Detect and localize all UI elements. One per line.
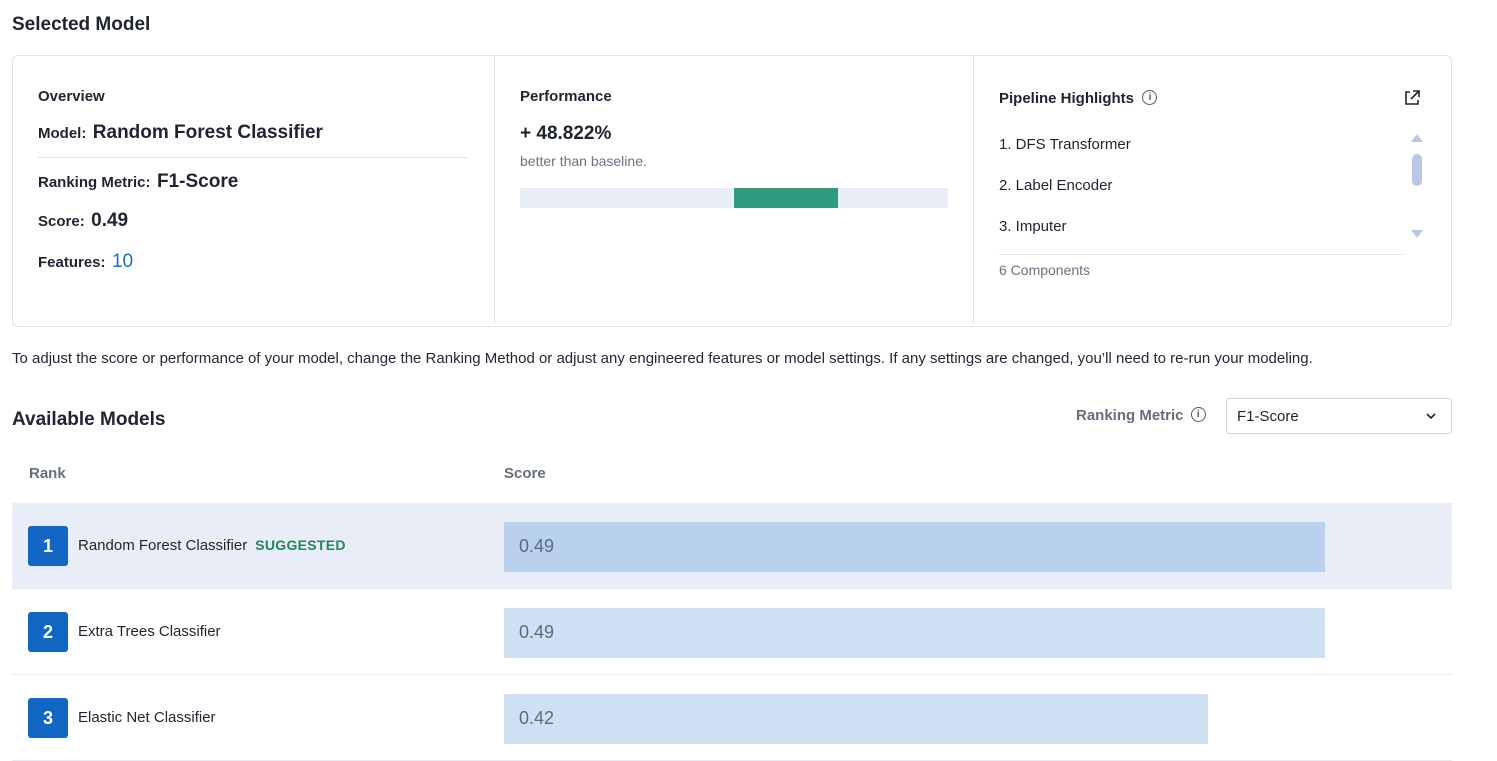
pipeline-components-count: 6 Components [999,262,1091,278]
score-value: 0.42 [519,708,555,728]
score-value: 0.49 [91,210,129,231]
ranking-metric-select-value: F1-Score [1237,408,1299,425]
scroll-thumb[interactable] [1412,154,1422,186]
performance-bar-fill [734,188,838,208]
model-label: Model: [38,125,87,142]
features-field: Features: 10 [38,251,133,273]
suggested-badge: SUGGESTED [255,537,346,553]
score-bar: 0.49 [504,522,1325,572]
performance-panel: Performance + 48.822% better than baseli… [494,56,974,324]
table-row[interactable]: 2 Extra Trees Classifier 0.49 [12,589,1452,675]
pipeline-item: 3. Imputer [999,218,1067,235]
model-field: Model: Random Forest Classifier [38,122,323,144]
table-row[interactable]: 1 Random Forest Classifier SUGGESTED 0.49 [12,503,1452,589]
score-label: Score: [38,213,85,230]
model-name: Random Forest Classifier [78,537,248,554]
overview-divider [38,157,468,158]
model-name-cell: Elastic Net Classifier [78,709,216,726]
score-bar: 0.49 [504,608,1325,658]
ranking-metric-filter-text: Ranking Metric [1076,407,1184,424]
features-label: Features: [38,254,106,271]
selected-model-card: Overview Model: Random Forest Classifier… [12,55,1452,327]
model-name: Extra Trees Classifier [78,623,221,640]
ranking-metric-label: Ranking Metric: [38,174,151,191]
pipeline-item: 1. DFS Transformer [999,136,1131,153]
features-link[interactable]: 10 [112,251,133,272]
ranking-metric-select[interactable]: F1-Score [1226,398,1452,434]
score-value: 0.49 [519,622,555,642]
performance-bar [520,188,948,208]
ranking-metric-value: F1-Score [156,171,239,192]
ranking-metric-field: Ranking Metric: F1-Score [38,171,238,193]
info-icon[interactable]: i [1142,89,1158,105]
overview-heading: Overview [38,88,105,105]
rank-badge: 2 [28,612,68,652]
performance-caption: better than baseline. [520,153,647,169]
pipeline-heading: Pipeline Highlights [999,90,1135,107]
scroll-up-icon[interactable] [1410,132,1424,144]
scroll-down-icon[interactable] [1410,228,1424,240]
model-name-cell: Random Forest Classifier SUGGESTED [78,537,346,554]
model-name: Elastic Net Classifier [78,709,216,726]
rank-badge: 3 [28,698,68,738]
table-row[interactable]: 3 Elastic Net Classifier 0.42 [12,675,1452,761]
ranking-metric-filter-label: Ranking Metric i [1076,407,1206,424]
pipeline-divider [999,254,1404,255]
rank-column-header[interactable]: Rank [29,465,66,482]
rank-badge: 1 [28,526,68,566]
pipeline-item: 2. Label Encoder [999,177,1113,194]
score-bar: 0.42 [504,694,1208,744]
performance-value: + 48.822% [520,123,612,144]
performance-heading: Performance [520,88,612,105]
overview-panel: Overview Model: Random Forest Classifier… [13,56,494,324]
score-value: 0.49 [519,536,555,556]
chevron-down-icon [1426,413,1436,420]
adjust-note: To adjust the score or performance of yo… [12,350,1313,367]
pipeline-heading-row: Pipeline Highlights i [999,89,1158,108]
info-icon[interactable]: i [1190,407,1206,423]
model-value: Random Forest Classifier [92,122,323,143]
pipeline-scrollbar[interactable] [1410,132,1424,242]
score-column-header[interactable]: Score [504,465,546,482]
external-link-icon[interactable] [1402,88,1422,113]
model-name-cell: Extra Trees Classifier [78,623,221,640]
pipeline-panel: Pipeline Highlights i 1. DFS Transformer… [973,56,1452,324]
selected-model-title: Selected Model [12,14,151,35]
available-models-title: Available Models [12,409,166,430]
score-field: Score: 0.49 [38,210,128,232]
